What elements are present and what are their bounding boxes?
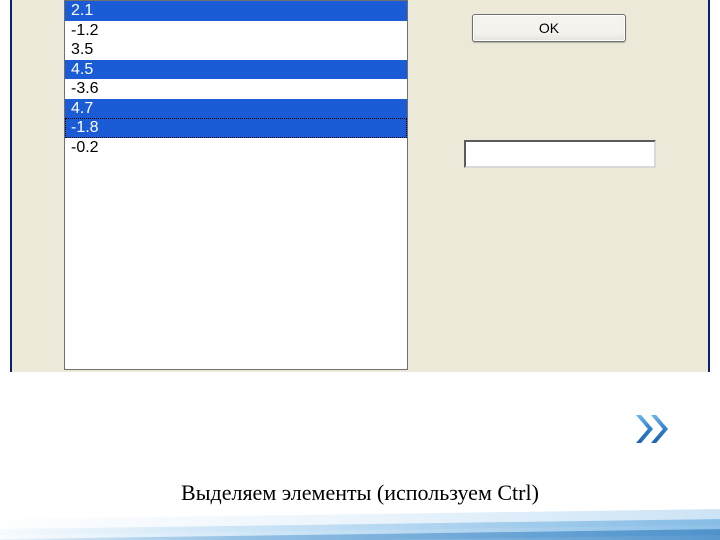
edit-field[interactable] xyxy=(464,140,656,168)
list-item-label: -0.2 xyxy=(71,139,99,156)
slide: 2.1 -1.2 3.5 4.5 -3.6 4.7 -1.8 -0.2 OK Выделяем… xyxy=(0,0,720,540)
list-item-label: 4.5 xyxy=(71,61,93,78)
listbox[interactable]: 2.1 -1.2 3.5 4.5 -3.6 4.7 -1.8 -0.2 xyxy=(64,0,408,370)
list-item-label: -1.2 xyxy=(71,22,99,39)
decorative-swoosh xyxy=(0,504,720,540)
list-item-label: 3.5 xyxy=(71,41,93,58)
dialog-window: 2.1 -1.2 3.5 4.5 -3.6 4.7 -1.8 -0.2 OK xyxy=(10,0,710,372)
next-icon[interactable] xyxy=(636,413,676,445)
list-item-label: 4.7 xyxy=(71,100,93,117)
ok-button[interactable]: OK xyxy=(472,14,626,42)
list-item-label: -3.6 xyxy=(71,80,99,97)
list-item[interactable]: -3.6 xyxy=(65,79,407,99)
list-item[interactable]: -1.2 xyxy=(65,21,407,41)
chevron-right-icon xyxy=(636,415,653,443)
list-item[interactable]: 3.5 xyxy=(65,40,407,60)
caption: Выделяем элементы (используем Ctrl) xyxy=(0,480,720,506)
list-item-label: -1.8 xyxy=(71,119,99,136)
list-item[interactable]: -0.2 xyxy=(65,138,407,158)
list-item-label: 2.1 xyxy=(71,2,93,19)
list-item[interactable]: -1.8 xyxy=(65,118,407,138)
chevron-right-icon xyxy=(651,415,668,443)
list-item[interactable]: 4.7 xyxy=(65,99,407,119)
list-item[interactable]: 2.1 xyxy=(65,1,407,21)
ok-button-label: OK xyxy=(539,20,559,36)
list-item[interactable]: 4.5 xyxy=(65,60,407,80)
